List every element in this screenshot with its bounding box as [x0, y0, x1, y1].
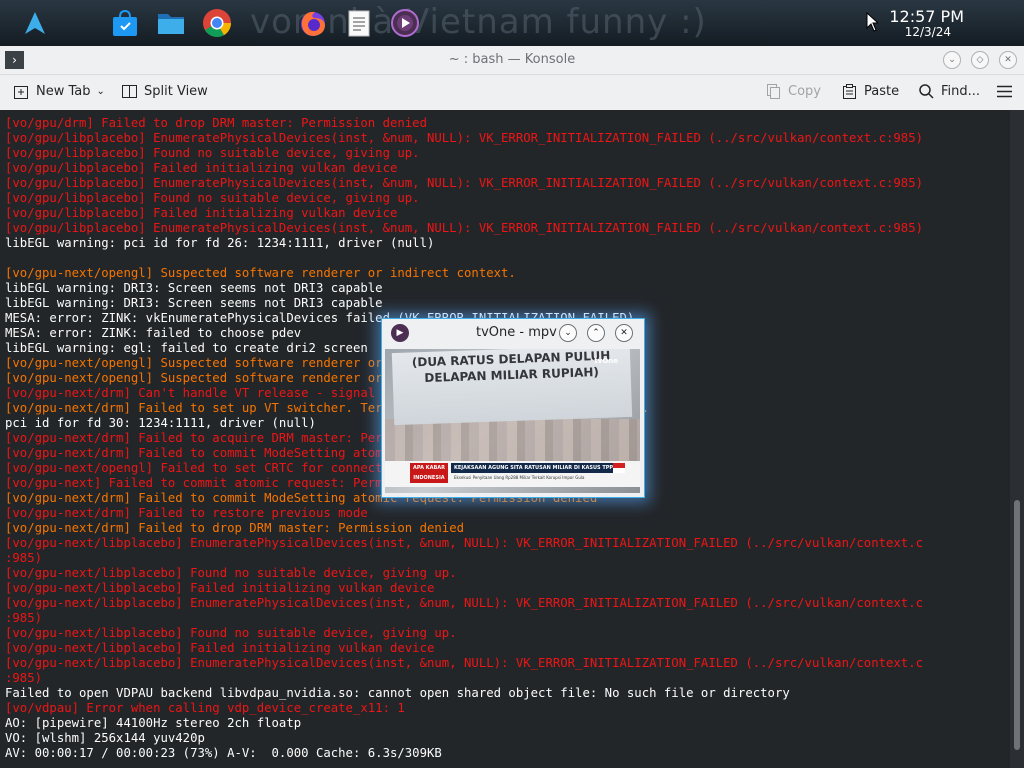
mpv-player-icon[interactable]: [390, 8, 420, 38]
terminal-line: libEGL warning: DRI3: Screen seems not D…: [5, 296, 383, 310]
terminal-line: [vo/gpu/libplacebo] Failed initializing …: [5, 206, 398, 220]
paste-button[interactable]: Paste: [841, 83, 899, 100]
terminal-line: [vo/gpu-next/drm] Failed to restore prev…: [5, 506, 368, 520]
close-icon: ✕: [1004, 55, 1012, 65]
ticker-brand: APA KABAR INDONESIA: [410, 463, 448, 483]
chevron-up-icon: ⌃: [592, 328, 600, 338]
ticker-headline: KEJAKSAAN AGUNG SITA RATUSAN MILIAR DI K…: [451, 463, 614, 473]
copy-button[interactable]: Copy: [765, 83, 821, 100]
search-icon: [919, 84, 934, 99]
close-icon: ✕: [620, 328, 628, 338]
konsole-toolbar: New Tab ⌄ Split View Copy Paste Find...: [0, 75, 1024, 111]
clock-time[interactable]: 12:57 PM: [889, 7, 964, 26]
terminal-line: Failed to open VDPAU backend libvdpau_nv…: [5, 686, 790, 700]
terminal-line: [vo/gpu/libplacebo] Found no suitable de…: [5, 191, 420, 205]
find-button[interactable]: Find...: [918, 83, 980, 100]
terminal-line: [vo/vdpau] Error when calling vdp_device…: [5, 701, 405, 715]
hamburger-menu-button[interactable]: [996, 83, 1013, 100]
minimize-button[interactable]: ⌄: [943, 51, 961, 69]
terminal-line: libEGL warning: DRI3: Screen seems not D…: [5, 281, 383, 295]
maximize-button[interactable]: ◇: [971, 51, 989, 69]
terminal-line: [vo/gpu-next/libplacebo] EnumeratePhysic…: [5, 596, 924, 610]
split-view-icon: [122, 85, 137, 98]
mpv-minimize-button[interactable]: ⌄: [559, 324, 577, 342]
terminal-line: VO: [wlshm] 256x144 yuv420p: [5, 731, 205, 745]
terminal-line: [vo/gpu/libplacebo] EnumeratePhysicalDev…: [5, 176, 924, 190]
new-tab-icon: [14, 86, 28, 99]
terminal-line: libEGL warning: pci id for fd 26: 1234:1…: [5, 236, 435, 250]
mpv-window-title: tvOne - mpv: [476, 325, 557, 340]
terminal-line: :985): [5, 551, 43, 565]
window-title: ~ : bash — Konsole: [448, 52, 576, 67]
clock-date[interactable]: 12/3/24: [905, 25, 951, 39]
mpv-maximize-button[interactable]: ⌃: [587, 324, 605, 342]
terminal-scrollbar[interactable]: [1010, 110, 1024, 768]
terminal-line: [vo/gpu/libplacebo] EnumeratePhysicalDev…: [5, 131, 924, 145]
konsole-titlebar[interactable]: › ~ : bash — Konsole ⌄ ◇ ✕: [0, 46, 1024, 75]
close-button[interactable]: ✕: [999, 51, 1017, 69]
chevron-down-icon: ⌄: [96, 86, 105, 97]
diamond-icon: ◇: [976, 55, 984, 65]
video-frame[interactable]: (DUA RATUS DELAPAN PULUH DELAPAN MILIAR …: [385, 349, 640, 493]
find-label: Find...: [941, 84, 981, 99]
split-view-label: Split View: [144, 84, 208, 99]
terminal-line: [vo/gpu/libplacebo] Found no suitable de…: [5, 146, 420, 160]
terminal-line: [vo/gpu-next/libplacebo] Found no suitab…: [5, 566, 457, 580]
mpv-close-button[interactable]: ✕: [615, 324, 633, 342]
flag-icon: [613, 463, 625, 473]
text-editor-icon[interactable]: [344, 8, 374, 38]
terminal-line: :985): [5, 671, 43, 685]
copy-label: Copy: [788, 84, 821, 99]
discover-store-icon[interactable]: [110, 8, 140, 38]
terminal-line: [vo/gpu-next/libplacebo] Failed initiali…: [5, 581, 435, 595]
file-manager-icon[interactable]: [156, 8, 186, 38]
terminal-line: [vo/gpu-next/libplacebo] EnumeratePhysic…: [5, 656, 924, 670]
chevron-down-icon: ⌄: [948, 55, 956, 65]
terminal-line: [vo/gpu-next/libplacebo] EnumeratePhysic…: [5, 536, 924, 550]
firefox-browser-icon[interactable]: [298, 8, 328, 38]
mouse-cursor-icon: [866, 11, 880, 36]
new-tab-button[interactable]: New Tab ⌄: [13, 83, 105, 100]
top-panel: von nhà Vietnam funny :) 12:57 PM 12/3/2…: [0, 0, 1024, 46]
ticker-subline: Eksekusi Penyitaan Uang Rp288 Miliar Ter…: [454, 475, 585, 480]
mpv-window[interactable]: ▶ tvOne - mpv ⌄ ⌃ ✕ (DUA RATUS DELAPAN P…: [381, 318, 645, 498]
terminal-line: AV: 00:00:17 / 00:00:23 (73%) A-V: 0.000…: [5, 746, 442, 760]
chevron-down-icon: ⌄: [564, 328, 572, 338]
copy-icon: [767, 84, 780, 99]
news-ticker: APA KABAR INDONESIA KEJAKSAAN AGUNG SITA…: [385, 461, 640, 487]
terminal-line: [vo/gpu-next/libplacebo] Failed initiali…: [5, 641, 435, 655]
paste-icon: [843, 84, 856, 99]
terminal-line: [vo/gpu/libplacebo] EnumeratePhysicalDev…: [5, 221, 924, 235]
app-launcher-icon[interactable]: [20, 8, 50, 38]
chrome-browser-icon[interactable]: [202, 8, 232, 38]
terminal-line: AO: [pipewire] 44100Hz stereo 2ch floatp: [5, 716, 302, 730]
terminal-line: :985): [5, 611, 43, 625]
split-view-button[interactable]: Split View: [121, 83, 208, 100]
terminal-line: [vo/gpu-next/opengl] Suspected software …: [5, 266, 516, 280]
channel-logo: tvOne: [594, 357, 618, 365]
mpv-app-icon[interactable]: ▶: [391, 324, 409, 342]
terminal-line: [vo/gpu/libplacebo] Failed initializing …: [5, 161, 398, 175]
paste-label: Paste: [864, 84, 900, 99]
terminal-line: [vo/gpu-next/libplacebo] Found no suitab…: [5, 626, 457, 640]
terminal-line: [vo/gpu-next/drm] Failed to drop DRM mas…: [5, 521, 465, 535]
new-tab-label: New Tab: [36, 84, 91, 99]
terminal-line: [vo/gpu/drm] Failed to drop DRM master: …: [5, 116, 427, 130]
scrollbar-thumb[interactable]: [1014, 500, 1020, 750]
hamburger-menu-icon: [997, 85, 1012, 98]
mpv-titlebar[interactable]: ▶ tvOne - mpv ⌄ ⌃ ✕: [382, 319, 644, 347]
